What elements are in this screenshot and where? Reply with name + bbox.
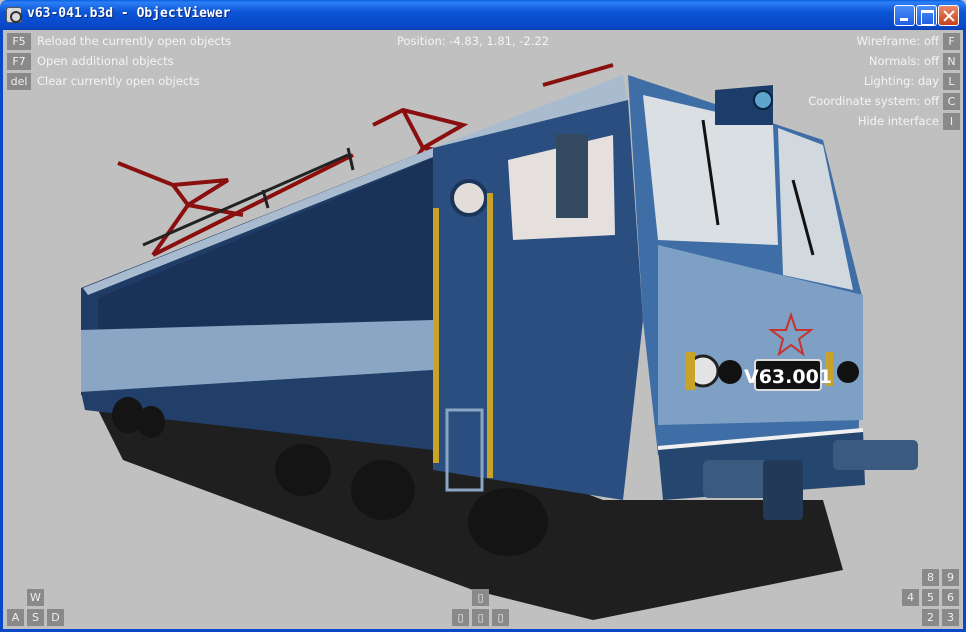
- title-bar: v63-041.b3d - ObjectViewer: [0, 0, 966, 30]
- numpad-9-key[interactable]: 9: [942, 569, 959, 586]
- arrow-right-key[interactable]: ▯: [492, 609, 509, 626]
- numpad-5-key[interactable]: 5: [922, 589, 939, 606]
- reload-key[interactable]: F5: [7, 33, 31, 50]
- arrow-up-key[interactable]: ▯: [472, 589, 489, 606]
- lamp-left-dark: [718, 360, 742, 384]
- numpad-2-key[interactable]: 2: [922, 609, 939, 626]
- lighting-key[interactable]: L: [943, 73, 960, 90]
- clear-label: Clear currently open objects: [37, 74, 200, 88]
- numpad-8-key[interactable]: 8: [922, 569, 939, 586]
- grab-handle-right: [487, 193, 493, 478]
- move-forward-key[interactable]: W: [27, 589, 44, 606]
- window-title: v63-041.b3d - ObjectViewer: [27, 6, 231, 21]
- open-label: Open additional objects: [37, 54, 174, 68]
- minimize-button[interactable]: [894, 5, 915, 26]
- 3d-viewport[interactable]: V63.001 F5 Reload the currently open obj…: [3, 30, 963, 629]
- wireframe-label: Wireframe: off: [856, 34, 939, 48]
- roof-headlight: [753, 90, 773, 110]
- app-icon[interactable]: [6, 7, 22, 23]
- buffer-right: [833, 440, 918, 470]
- lamp-right-dark: [837, 361, 859, 383]
- window-shade: [556, 134, 588, 218]
- close-button[interactable]: [938, 5, 959, 26]
- reload-label: Reload the currently open objects: [37, 34, 232, 48]
- clear-key[interactable]: del: [7, 73, 31, 90]
- hide-interface-label: Hide interface: [857, 114, 939, 128]
- number-plate-text: V63.001: [744, 366, 832, 388]
- arrow-left-key[interactable]: ▯: [452, 609, 469, 626]
- move-right-key[interactable]: D: [47, 609, 64, 626]
- coordinate-system-key[interactable]: C: [943, 93, 960, 110]
- marker-left: [685, 352, 695, 390]
- move-back-key[interactable]: S: [27, 609, 44, 626]
- coupler: [763, 460, 803, 520]
- position-readout: Position: -4.83, 1.81, -2.22: [397, 34, 550, 48]
- locomotive-model: V63.001: [81, 63, 918, 620]
- wireframe-key[interactable]: F: [943, 33, 960, 50]
- hide-interface-key[interactable]: I: [943, 113, 960, 130]
- coordinate-system-label: Coordinate system: off: [808, 94, 939, 108]
- lighting-label: Lighting: day: [863, 74, 939, 88]
- windshield-right: [778, 128, 853, 290]
- normals-label: Normals: off: [868, 54, 939, 68]
- grab-handle-left: [433, 208, 439, 463]
- numpad-6-key[interactable]: 6: [942, 589, 959, 606]
- move-left-key[interactable]: A: [7, 609, 24, 626]
- numpad-3-key[interactable]: 3: [942, 609, 959, 626]
- open-key[interactable]: F7: [7, 53, 31, 70]
- porthole-window: [450, 179, 488, 217]
- normals-key[interactable]: N: [943, 53, 960, 70]
- numpad-4-key[interactable]: 4: [902, 589, 919, 606]
- arrow-down-key[interactable]: ▯: [472, 609, 489, 626]
- maximize-button[interactable]: [916, 5, 937, 26]
